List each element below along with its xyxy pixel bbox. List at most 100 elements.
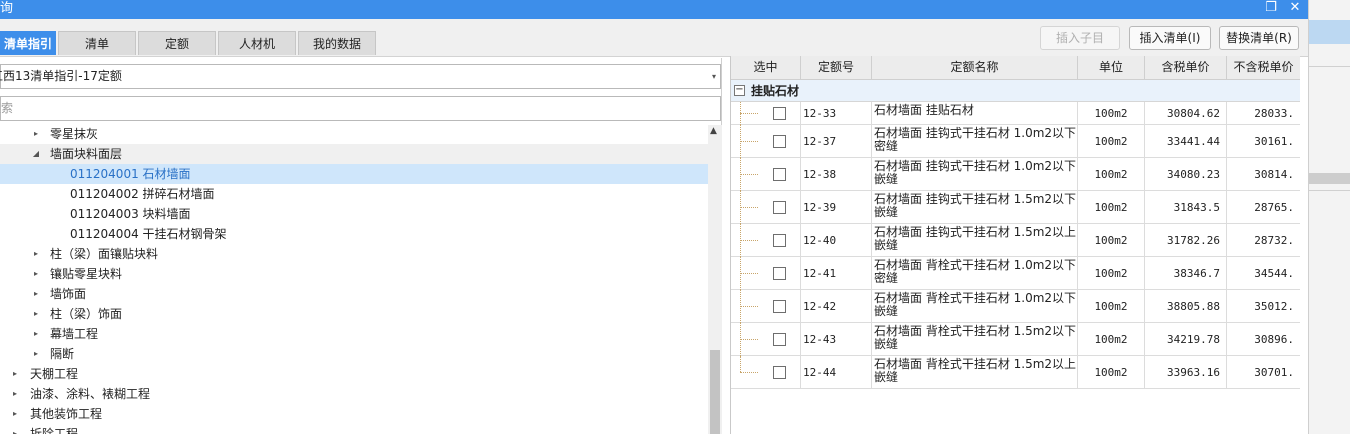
replace-list-button[interactable]: 替换清单(R) [1219, 26, 1299, 50]
close-icon[interactable]: ✕ [1286, 0, 1304, 18]
expand-arrow-icon[interactable]: ▸ [31, 284, 41, 304]
select-cell [731, 257, 801, 290]
quota-name: 石材墙面 背栓式干挂石材 1.5m2以上 嵌缝 [872, 356, 1078, 388]
tree-line [740, 306, 758, 307]
expand-arrow-icon[interactable]: ▸ [31, 324, 41, 344]
row-checkbox[interactable] [773, 135, 786, 148]
quota-name: 石材墙面 挂钩式干挂石材 1.5m2以上 嵌缝 [872, 224, 1078, 256]
col-header-tax-price[interactable]: 含税单价 [1145, 56, 1227, 80]
table-row[interactable]: 12-41 石材墙面 背栓式干挂石材 1.0m2以下 密缝 100m2 38346.7 3… [731, 257, 1300, 290]
tab-list-guide[interactable]: 清单指引 [0, 31, 56, 55]
row-checkbox[interactable] [773, 234, 786, 247]
tree-node-label: 幕墙工程 [50, 327, 99, 341]
tree-node[interactable]: ▸ 幕墙工程 [0, 324, 708, 344]
table-row[interactable]: 12-42 石材墙面 背栓式干挂石材 1.0m2以下 嵌缝 100m2 38805.88… [731, 290, 1300, 323]
tree-line [740, 372, 758, 373]
background-window [1308, 0, 1350, 434]
row-checkbox[interactable] [773, 366, 786, 379]
quota-name-line: 嵌缝 [874, 205, 899, 219]
restore-icon[interactable]: ❐ [1262, 0, 1280, 18]
tree-node[interactable]: ▸ 其他装饰工程 [0, 404, 708, 424]
expand-arrow-icon[interactable]: ▸ [10, 384, 20, 404]
row-checkbox[interactable] [773, 107, 786, 120]
expand-arrow-icon[interactable]: ▸ [10, 404, 20, 424]
tree-node[interactable]: ▸ 隔断 [0, 344, 708, 364]
row-checkbox[interactable] [773, 168, 786, 181]
quota-name-line: 嵌缝 [874, 172, 899, 186]
group-row[interactable]: − 挂贴石材 [731, 80, 1300, 102]
tab-list[interactable]: 清单 [58, 31, 136, 55]
table-row[interactable]: 12-44 石材墙面 背栓式干挂石材 1.5m2以上 嵌缝 100m2 33963.16… [731, 356, 1300, 389]
chevron-down-icon[interactable]: ▾ [712, 65, 716, 88]
tree-node[interactable]: ▸ 天棚工程 [0, 364, 708, 384]
collapse-icon[interactable]: − [734, 85, 745, 96]
tree-node-label: 拆除工程 [30, 427, 79, 434]
tab-labor-material[interactable]: 人材机 [218, 31, 296, 55]
tree-node[interactable]: ▸ 柱（梁）饰面 [0, 304, 708, 324]
row-checkbox[interactable] [773, 333, 786, 346]
tab-my-data[interactable]: 我的数据 [298, 31, 376, 55]
scrollbar-thumb[interactable] [710, 350, 720, 434]
tree-node-label: 墙面块料面层 [50, 147, 123, 161]
row-checkbox[interactable] [773, 300, 786, 313]
quota-code: 12-43 [801, 323, 872, 355]
table-row[interactable]: 12-43 石材墙面 背栓式干挂石材 1.5m2以下 嵌缝 100m2 34219.78… [731, 323, 1300, 356]
tree-node[interactable]: ▸ 零星抹灰 [0, 125, 708, 144]
scroll-up-icon[interactable]: ▲ [710, 126, 717, 136]
tree-line [740, 356, 758, 372]
tree-scrollbar[interactable]: ▲ [708, 125, 722, 434]
expand-arrow-icon[interactable]: ▸ [31, 125, 41, 144]
expand-arrow-icon[interactable]: ▸ [31, 244, 41, 264]
quota-code: 12-37 [801, 125, 872, 157]
col-header-select[interactable]: 选中 [731, 56, 801, 80]
tree-node-label: 柱（梁）饰面 [50, 307, 123, 321]
tree-line [740, 240, 758, 241]
tree-node[interactable]: ▸ 墙饰面 [0, 284, 708, 304]
insert-child-button[interactable]: 插入子目 [1040, 26, 1120, 50]
table-row[interactable]: 12-37 石材墙面 挂钩式干挂石材 1.0m2以下 密缝 100m2 33441.44… [731, 125, 1300, 158]
tree-node-label: 镶贴零星块料 [50, 267, 123, 281]
expand-arrow-icon[interactable]: ▸ [10, 364, 20, 384]
expand-arrow-icon[interactable]: ▸ [31, 304, 41, 324]
row-checkbox[interactable] [773, 201, 786, 214]
quota-name-line: 石材墙面 背栓式干挂石材 1.0m2以下 [874, 291, 1077, 305]
col-header-name[interactable]: 定额名称 [872, 56, 1078, 80]
tree-node[interactable]: ▸ 柱（梁）面镶贴块料 [0, 244, 708, 264]
quota-unit: 100m2 [1078, 191, 1145, 223]
tree-node[interactable]: ◢ 墙面块料面层 [0, 144, 708, 164]
tree-node[interactable]: 011204003 块料墙面 [0, 204, 708, 224]
quota-name-line: 嵌缝 [874, 337, 899, 351]
table-row[interactable]: 12-39 石材墙面 挂钩式干挂石材 1.5m2以下 嵌缝 100m2 31843.5 2… [731, 191, 1300, 224]
col-header-notax-price[interactable]: 不含税单价 [1227, 56, 1300, 80]
background-divider [1309, 66, 1350, 67]
group-label: 挂贴石材 [751, 84, 800, 98]
library-select[interactable]: 江西13清单指引-17定额 ▾ [0, 64, 721, 89]
tree-line [740, 273, 758, 274]
expand-arrow-icon[interactable]: ▸ [10, 424, 20, 434]
tree-node[interactable]: 011204001 石材墙面 [0, 164, 708, 184]
tree-node[interactable]: 011204002 拼碎石材墙面 [0, 184, 708, 204]
select-cell [731, 102, 801, 125]
col-header-unit[interactable]: 单位 [1078, 56, 1145, 80]
tree-node[interactable]: ▸ 油漆、涂料、裱糊工程 [0, 384, 708, 404]
search-placeholder: 搜索 [0, 101, 14, 115]
tree-node[interactable]: 011204004 干挂石材钢骨架 [0, 224, 708, 244]
row-checkbox[interactable] [773, 267, 786, 280]
table-row[interactable]: 12-38 石材墙面 挂钩式干挂石材 1.0m2以下 嵌缝 100m2 34080.23… [731, 158, 1300, 191]
expand-arrow-icon[interactable]: ▸ [31, 264, 41, 284]
tree-node[interactable]: ▸ 拆除工程 [0, 424, 708, 434]
tree-node[interactable]: ▸ 镶贴零星块料 [0, 264, 708, 284]
table-row[interactable]: 12-40 石材墙面 挂钩式干挂石材 1.5m2以上 嵌缝 100m2 31782.26… [731, 224, 1300, 257]
quota-name: 石材墙面 背栓式干挂石材 1.5m2以下 嵌缝 [872, 323, 1078, 355]
search-input[interactable]: 搜索 [0, 96, 721, 121]
insert-list-button[interactable]: 插入清单(I) [1129, 26, 1211, 50]
quota-name-line: 石材墙面 挂钩式干挂石材 1.5m2以下 [874, 192, 1077, 206]
notax-price: 35012. [1227, 290, 1300, 322]
table-row[interactable]: 12-33 石材墙面 挂贴石材 100m2 30804.62 28033. [731, 102, 1300, 125]
collapse-arrow-icon[interactable]: ◢ [31, 144, 41, 164]
col-header-code[interactable]: 定额号 [801, 56, 872, 80]
tree-line [740, 174, 758, 175]
expand-arrow-icon[interactable]: ▸ [31, 344, 41, 364]
tree-node-label: 柱（梁）面镶贴块料 [50, 247, 159, 261]
tab-quota[interactable]: 定额 [138, 31, 216, 55]
